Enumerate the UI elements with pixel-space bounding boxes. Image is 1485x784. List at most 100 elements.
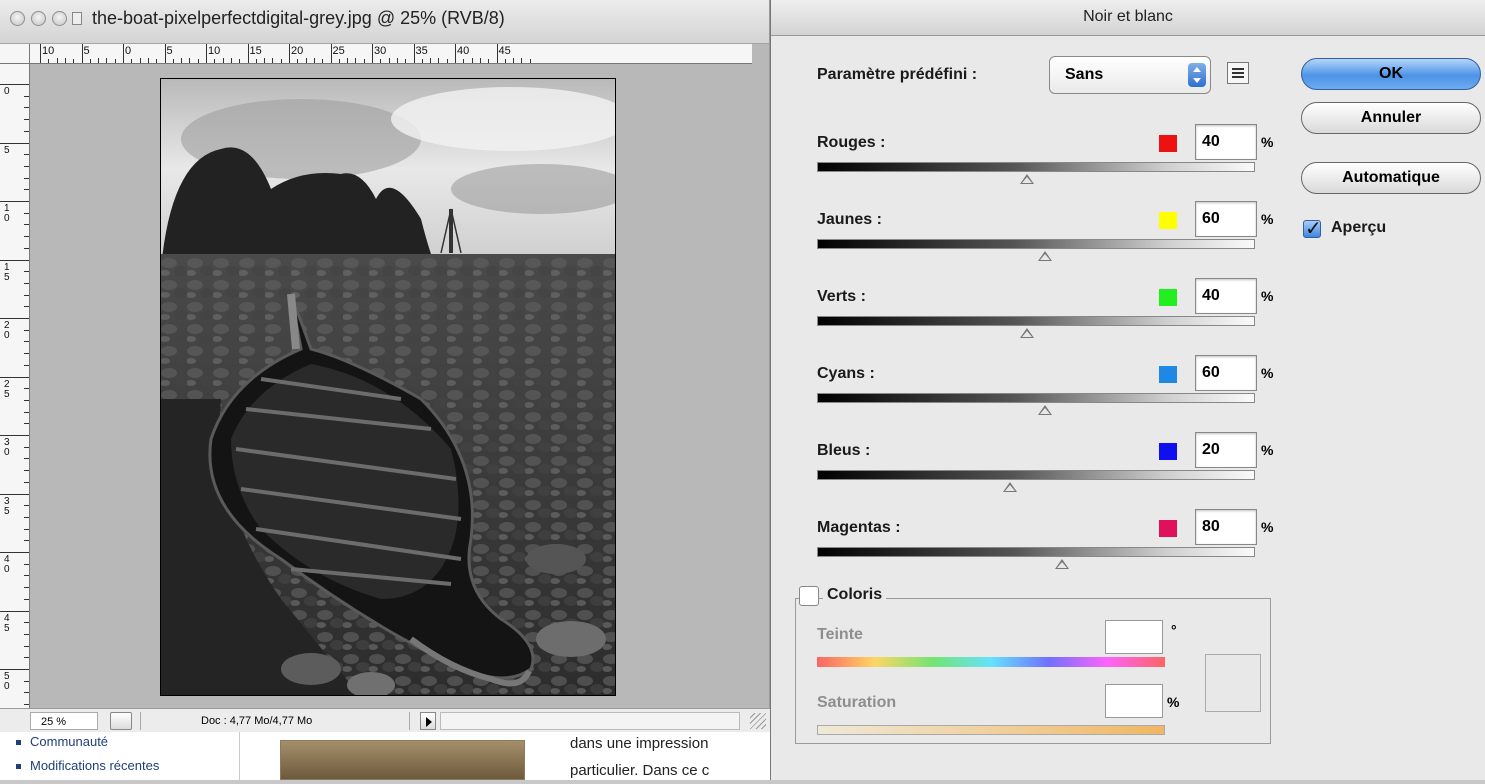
status-options-icon[interactable] [110, 712, 132, 730]
ruler-major-tick [0, 259, 29, 261]
horizontal-ruler[interactable]: 10 5 0 5 10 15 20 25 30 35 40 45 [30, 44, 752, 64]
channel-slider-thumb[interactable] [1020, 328, 1035, 338]
close-window-button[interactable] [10, 11, 25, 26]
preview-label: Aperçu [1331, 219, 1387, 236]
ruler-minor-tick [438, 58, 440, 63]
hue-slider[interactable] [817, 657, 1165, 667]
cancel-button[interactable]: Annuler [1301, 102, 1481, 134]
background-paragraph-line: dans une impression [570, 735, 709, 752]
auto-button[interactable]: Automatique [1301, 162, 1481, 194]
channel-slider-track[interactable] [817, 316, 1255, 326]
channel-slider-thumb[interactable] [1020, 174, 1035, 184]
ruler-minor-tick [24, 446, 29, 448]
channel-label: Bleus : [817, 442, 871, 459]
zoom-level-field[interactable]: 25 % [30, 712, 98, 730]
ruler-label: 25 [4, 378, 10, 400]
ruler-label: 20 [291, 45, 304, 57]
ruler-minor-tick [24, 329, 29, 331]
ruler-minor-tick [24, 212, 29, 214]
minimize-window-button[interactable] [31, 11, 46, 26]
ruler-minor-tick [106, 58, 108, 63]
resize-grip-icon[interactable] [750, 713, 766, 729]
ruler-minor-tick [64, 58, 66, 63]
preset-dropdown[interactable]: Sans [1049, 56, 1211, 94]
ruler-minor-tick [388, 58, 390, 63]
boat-photo [160, 78, 616, 696]
ruler-label: 35 [415, 45, 428, 57]
ruler-label: 35 [4, 495, 10, 517]
ruler-major-tick [0, 142, 29, 144]
dropdown-arrows-icon [1188, 63, 1206, 87]
zoom-window-button[interactable] [52, 11, 67, 26]
channel-value-input[interactable]: 40 [1195, 278, 1257, 314]
ruler-label: 10 [4, 203, 10, 224]
ruler-minor-tick [463, 59, 465, 63]
channel-value-input[interactable]: 60 [1195, 355, 1257, 391]
ruler-minor-tick [156, 59, 158, 63]
channel-color-swatch [1159, 289, 1177, 306]
ruler-minor-tick [24, 680, 29, 682]
saturation-unit: % [1167, 694, 1180, 710]
ruler-major-tick [0, 318, 29, 319]
vertical-ruler[interactable]: 0 5 10 15 20 25 30 35 40 45 50 [0, 64, 30, 708]
ruler-minor-tick [139, 58, 141, 63]
ruler-minor-tick [488, 59, 490, 63]
ruler-label: 5 [4, 144, 10, 156]
background-web-page: Communauté Modifications récentes dans u… [0, 730, 770, 780]
channel-slider-track[interactable] [817, 162, 1255, 172]
preset-options-menu-icon[interactable] [1227, 62, 1249, 84]
channel-color-swatch [1159, 443, 1177, 460]
preview-checkbox[interactable] [1303, 216, 1322, 241]
image-canvas[interactable] [30, 64, 752, 708]
ok-button[interactable]: OK [1301, 58, 1481, 90]
ruler-minor-tick [230, 58, 232, 63]
saturation-slider[interactable] [817, 725, 1165, 735]
hue-input[interactable] [1105, 620, 1163, 654]
ruler-minor-tick [24, 294, 29, 296]
channel-slider-thumb[interactable] [1002, 482, 1017, 492]
tint-group [795, 598, 1271, 744]
ruler-minor-tick [24, 388, 29, 390]
ruler-minor-tick [24, 399, 29, 401]
channel-slider-track[interactable] [817, 393, 1255, 403]
document-title: the-boat-pixelperfectdigital-grey.jpg @ … [92, 8, 505, 28]
horizontal-scrollbar[interactable] [440, 712, 740, 730]
channel-value-input[interactable]: 60 [1195, 201, 1257, 237]
ruler-label: 10 [208, 45, 221, 57]
background-nav-item-recent-changes[interactable]: Modifications récentes [0, 754, 239, 778]
channel-slider-track[interactable] [817, 239, 1255, 249]
status-menu-arrow-icon[interactable] [420, 712, 436, 730]
ruler-minor-tick [24, 107, 29, 109]
channel-slider-track[interactable] [817, 470, 1255, 480]
ruler-label: 10 [42, 45, 55, 57]
background-nav-item-communaute[interactable]: Communauté [0, 730, 239, 754]
channel-value-input[interactable]: 80 [1195, 509, 1257, 545]
document-status-bar: 25 % Doc : 4,77 Mo/4,77 Mo [0, 708, 770, 732]
channel-slider-track[interactable] [817, 547, 1255, 557]
ruler-minor-tick [24, 622, 29, 624]
ruler-minor-tick [24, 657, 29, 659]
tint-checkbox[interactable] [799, 586, 819, 606]
ruler-label: 40 [457, 45, 470, 57]
ruler-minor-tick [24, 528, 29, 530]
ruler-minor-tick [255, 59, 257, 63]
channel-slider-thumb[interactable] [1037, 405, 1052, 415]
ruler-minor-tick [305, 58, 307, 63]
ruler-minor-tick [513, 58, 515, 63]
ruler-major-tick [0, 610, 29, 612]
ruler-minor-tick [24, 481, 29, 483]
ruler-major-tick [0, 493, 29, 495]
channel-slider-thumb[interactable] [1037, 251, 1052, 261]
ruler-minor-tick [24, 470, 29, 472]
document-titlebar[interactable]: the-boat-pixelperfectdigital-grey.jpg @ … [0, 0, 769, 44]
ruler-label: 30 [4, 437, 10, 458]
ruler-minor-tick [355, 58, 357, 63]
ruler-label: 5 [166, 45, 173, 57]
channel-value-input[interactable]: 40 [1195, 124, 1257, 160]
percent-sign: % [1261, 211, 1274, 227]
channel-value-input[interactable]: 20 [1195, 432, 1257, 468]
saturation-input[interactable] [1105, 684, 1163, 718]
ruler-origin[interactable] [0, 44, 30, 64]
hue-unit: ° [1171, 622, 1177, 638]
channel-slider-thumb[interactable] [1055, 559, 1070, 569]
